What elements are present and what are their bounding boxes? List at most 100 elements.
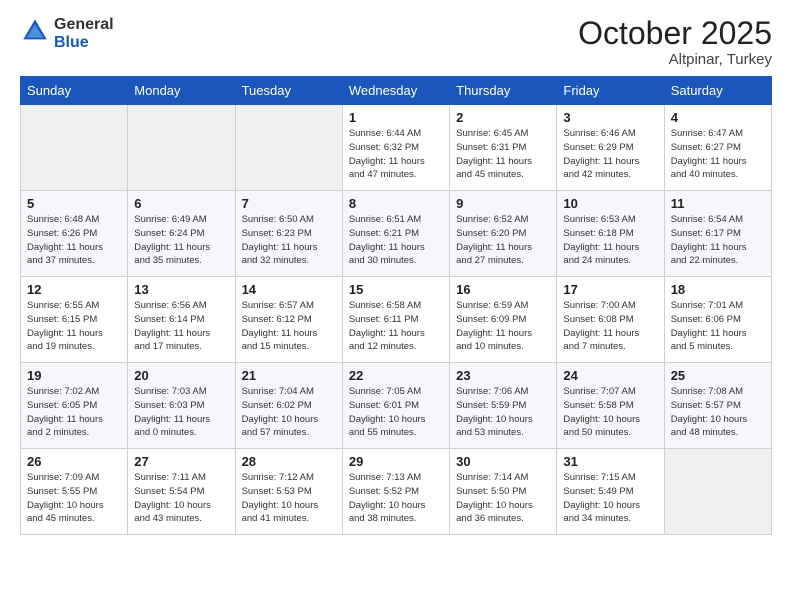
table-row: 7Sunrise: 6:50 AM Sunset: 6:23 PM Daylig… xyxy=(235,191,342,277)
table-row: 14Sunrise: 6:57 AM Sunset: 6:12 PM Dayli… xyxy=(235,277,342,363)
day-info: Sunrise: 7:02 AM Sunset: 6:05 PM Dayligh… xyxy=(27,385,121,440)
table-row: 21Sunrise: 7:04 AM Sunset: 6:02 PM Dayli… xyxy=(235,363,342,449)
day-number: 3 xyxy=(563,110,657,125)
day-cell: 1Sunrise: 6:44 AM Sunset: 6:32 PM Daylig… xyxy=(349,110,443,185)
table-row: 29Sunrise: 7:13 AM Sunset: 5:52 PM Dayli… xyxy=(342,449,449,535)
day-info: Sunrise: 6:59 AM Sunset: 6:09 PM Dayligh… xyxy=(456,299,550,354)
day-info: Sunrise: 6:49 AM Sunset: 6:24 PM Dayligh… xyxy=(134,213,228,268)
day-number: 29 xyxy=(349,454,443,469)
table-row: 19 Sunrise: 7:02 AM Sunset: 6:05 PM Dayli… xyxy=(21,363,128,449)
table-row: 25Sunrise: 7:08 AM Sunset: 5:57 PM Dayli… xyxy=(664,363,771,449)
table-row xyxy=(128,105,235,191)
day-number: 31 xyxy=(563,454,657,469)
day-cell: 9 Sunrise: 6:52 AM Sunset: 6:20 PM Daylig… xyxy=(456,196,550,271)
day-number: 12 xyxy=(27,282,121,297)
day-info: Sunrise: 6:47 AM Sunset: 6:27 PM Dayligh… xyxy=(671,127,765,182)
table-row: 27 Sunrise: 7:11 AM Sunset: 5:54 PM Dayli… xyxy=(128,449,235,535)
day-info: Sunrise: 7:09 AM Sunset: 5:55 PM Dayligh… xyxy=(27,471,121,526)
table-row: 17 Sunrise: 7:00 AM Sunset: 6:08 PM Dayli… xyxy=(557,277,664,363)
day-number: 15 xyxy=(349,282,443,297)
calendar-body: 1Sunrise: 6:44 AM Sunset: 6:32 PM Daylig… xyxy=(21,105,772,535)
day-info: Sunrise: 7:11 AM Sunset: 5:54 PM Dayligh… xyxy=(134,471,228,526)
day-number: 21 xyxy=(242,368,336,383)
day-number: 27 xyxy=(134,454,228,469)
day-cell: 17 Sunrise: 7:00 AM Sunset: 6:08 PM Dayli… xyxy=(563,282,657,357)
table-row: 23Sunrise: 7:06 AM Sunset: 5:59 PM Dayli… xyxy=(450,363,557,449)
day-cell: 2 Sunrise: 6:45 AM Sunset: 6:31 PM Daylig… xyxy=(456,110,550,185)
calendar-week-row: 5 Sunrise: 6:48 AM Sunset: 6:26 PM Daylig… xyxy=(21,191,772,277)
day-cell: 21Sunrise: 7:04 AM Sunset: 6:02 PM Dayli… xyxy=(242,368,336,443)
day-info: Sunrise: 6:48 AM Sunset: 6:26 PM Dayligh… xyxy=(27,213,121,268)
day-info: Sunrise: 7:01 AM Sunset: 6:06 PM Dayligh… xyxy=(671,299,765,354)
header-monday: Monday xyxy=(128,77,235,105)
day-number: 5 xyxy=(27,196,121,211)
table-row xyxy=(235,105,342,191)
day-number: 17 xyxy=(563,282,657,297)
day-cell: 26Sunrise: 7:09 AM Sunset: 5:55 PM Dayli… xyxy=(27,454,121,529)
day-number: 30 xyxy=(456,454,550,469)
day-cell: 6 Sunrise: 6:49 AM Sunset: 6:24 PM Daylig… xyxy=(134,196,228,271)
title-block: October 2025 Altpinar, Turkey xyxy=(578,16,772,68)
logo-text: General Blue xyxy=(54,16,114,51)
table-row: 15 Sunrise: 6:58 AM Sunset: 6:11 PM Dayli… xyxy=(342,277,449,363)
day-info: Sunrise: 7:12 AM Sunset: 5:53 PM Dayligh… xyxy=(242,471,336,526)
day-number: 10 xyxy=(563,196,657,211)
table-row xyxy=(21,105,128,191)
day-cell: 10 Sunrise: 6:53 AM Sunset: 6:18 PM Dayli… xyxy=(563,196,657,271)
day-info: Sunrise: 6:53 AM Sunset: 6:18 PM Dayligh… xyxy=(563,213,657,268)
header-saturday: Saturday xyxy=(664,77,771,105)
day-cell: 3 Sunrise: 6:46 AM Sunset: 6:29 PM Daylig… xyxy=(563,110,657,185)
table-row: 20 Sunrise: 7:03 AM Sunset: 6:03 PM Dayli… xyxy=(128,363,235,449)
table-row: 24Sunrise: 7:07 AM Sunset: 5:58 PM Dayli… xyxy=(557,363,664,449)
table-row: 22Sunrise: 7:05 AM Sunset: 6:01 PM Dayli… xyxy=(342,363,449,449)
table-row: 2 Sunrise: 6:45 AM Sunset: 6:31 PM Daylig… xyxy=(450,105,557,191)
table-row: 9 Sunrise: 6:52 AM Sunset: 6:20 PM Daylig… xyxy=(450,191,557,277)
day-cell: 30Sunrise: 7:14 AM Sunset: 5:50 PM Dayli… xyxy=(456,454,550,529)
day-info: Sunrise: 7:00 AM Sunset: 6:08 PM Dayligh… xyxy=(563,299,657,354)
page: General Blue October 2025 Altpinar, Turk… xyxy=(0,0,792,547)
day-cell: 15 Sunrise: 6:58 AM Sunset: 6:11 PM Dayli… xyxy=(349,282,443,357)
day-cell: 14Sunrise: 6:57 AM Sunset: 6:12 PM Dayli… xyxy=(242,282,336,357)
day-cell: 11Sunrise: 6:54 AM Sunset: 6:17 PM Dayli… xyxy=(671,196,765,271)
table-row: 11Sunrise: 6:54 AM Sunset: 6:17 PM Dayli… xyxy=(664,191,771,277)
table-row: 4Sunrise: 6:47 AM Sunset: 6:27 PM Daylig… xyxy=(664,105,771,191)
title-location: Altpinar, Turkey xyxy=(578,51,772,68)
day-info: Sunrise: 6:50 AM Sunset: 6:23 PM Dayligh… xyxy=(242,213,336,268)
day-number: 13 xyxy=(134,282,228,297)
day-cell: 22Sunrise: 7:05 AM Sunset: 6:01 PM Dayli… xyxy=(349,368,443,443)
table-row: 12 Sunrise: 6:55 AM Sunset: 6:15 PM Dayli… xyxy=(21,277,128,363)
day-number: 2 xyxy=(456,110,550,125)
day-number: 6 xyxy=(134,196,228,211)
header-thursday: Thursday xyxy=(450,77,557,105)
day-number: 18 xyxy=(671,282,765,297)
day-info: Sunrise: 7:03 AM Sunset: 6:03 PM Dayligh… xyxy=(134,385,228,440)
day-cell: 29Sunrise: 7:13 AM Sunset: 5:52 PM Dayli… xyxy=(349,454,443,529)
day-info: Sunrise: 6:52 AM Sunset: 6:20 PM Dayligh… xyxy=(456,213,550,268)
day-number: 19 xyxy=(27,368,121,383)
day-cell: 27 Sunrise: 7:11 AM Sunset: 5:54 PM Dayli… xyxy=(134,454,228,529)
day-info: Sunrise: 6:55 AM Sunset: 6:15 PM Dayligh… xyxy=(27,299,121,354)
day-info: Sunrise: 6:46 AM Sunset: 6:29 PM Dayligh… xyxy=(563,127,657,182)
day-cell: 24Sunrise: 7:07 AM Sunset: 5:58 PM Dayli… xyxy=(563,368,657,443)
day-number: 20 xyxy=(134,368,228,383)
header-tuesday: Tuesday xyxy=(235,77,342,105)
day-info: Sunrise: 6:45 AM Sunset: 6:31 PM Dayligh… xyxy=(456,127,550,182)
day-number: 16 xyxy=(456,282,550,297)
day-number: 9 xyxy=(456,196,550,211)
table-row: 6 Sunrise: 6:49 AM Sunset: 6:24 PM Daylig… xyxy=(128,191,235,277)
logo-blue-text: Blue xyxy=(54,34,114,52)
day-number: 24 xyxy=(563,368,657,383)
calendar-week-row: 26Sunrise: 7:09 AM Sunset: 5:55 PM Dayli… xyxy=(21,449,772,535)
calendar-week-row: 1Sunrise: 6:44 AM Sunset: 6:32 PM Daylig… xyxy=(21,105,772,191)
table-row: 31 Sunrise: 7:15 AM Sunset: 5:49 PM Dayli… xyxy=(557,449,664,535)
day-cell: 20 Sunrise: 7:03 AM Sunset: 6:03 PM Dayli… xyxy=(134,368,228,443)
day-info: Sunrise: 6:58 AM Sunset: 6:11 PM Dayligh… xyxy=(349,299,443,354)
day-cell: 5 Sunrise: 6:48 AM Sunset: 6:26 PM Daylig… xyxy=(27,196,121,271)
day-number: 1 xyxy=(349,110,443,125)
logo-general: General xyxy=(54,16,114,34)
logo: General Blue xyxy=(20,16,114,51)
day-info: Sunrise: 7:15 AM Sunset: 5:49 PM Dayligh… xyxy=(563,471,657,526)
day-cell: 12 Sunrise: 6:55 AM Sunset: 6:15 PM Dayli… xyxy=(27,282,121,357)
table-row: 13Sunrise: 6:56 AM Sunset: 6:14 PM Dayli… xyxy=(128,277,235,363)
day-cell: 13Sunrise: 6:56 AM Sunset: 6:14 PM Dayli… xyxy=(134,282,228,357)
